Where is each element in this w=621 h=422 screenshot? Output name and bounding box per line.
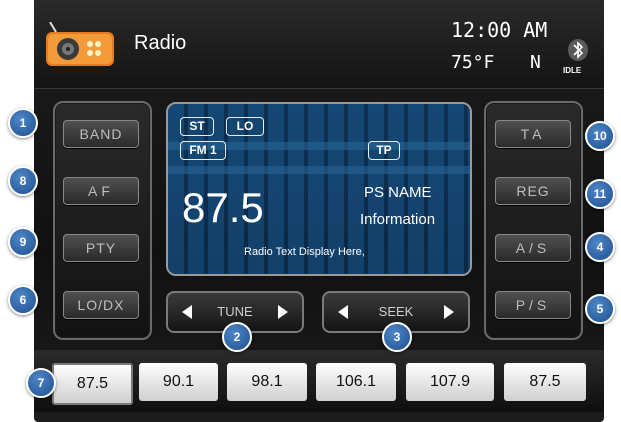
reg-button[interactable]: REG: [495, 177, 571, 205]
as-button[interactable]: A/S: [495, 234, 571, 262]
clock: 12:00 AM: [451, 18, 548, 42]
app-title: Radio: [134, 32, 187, 54]
lo-dx-button[interactable]: LO/DX: [63, 291, 139, 319]
temperature: 75°F: [451, 52, 495, 73]
callout-badge: 8: [8, 166, 38, 196]
callout-badge: 9: [8, 227, 38, 257]
callout-badge: 6: [8, 285, 38, 315]
callout-badge: 3: [382, 322, 412, 352]
ps-name: PS NAME: [364, 184, 432, 201]
local-indicator: LO: [226, 117, 264, 136]
preset-button-2[interactable]: 90.1: [139, 363, 218, 401]
radio-display: ST LO FM 1 TP 87.5 PS NAME Information R…: [166, 102, 472, 276]
callout-badge: 1: [8, 108, 38, 138]
preset-button-1[interactable]: 87.5: [52, 363, 133, 405]
chevron-right-icon[interactable]: [278, 305, 288, 319]
preset-button-5[interactable]: 107.9: [406, 363, 494, 401]
chevron-right-icon[interactable]: [444, 305, 454, 319]
band-button[interactable]: BAND: [63, 120, 139, 148]
status-header: [34, 0, 604, 89]
bluetooth-status: IDLE: [563, 66, 582, 75]
compass-direction: N: [530, 52, 541, 73]
af-button[interactable]: AF: [63, 177, 139, 205]
preset-button-3[interactable]: 98.1: [227, 363, 307, 401]
band-indicator: FM 1: [180, 141, 226, 160]
pty-button[interactable]: PTY: [63, 234, 139, 262]
radio-app-icon[interactable]: [44, 22, 116, 68]
callout-badge: 11: [585, 179, 615, 209]
callout-badge: 10: [585, 121, 615, 151]
tp-indicator: TP: [368, 141, 400, 160]
callout-badge: 7: [26, 368, 56, 398]
callout-badge: 2: [222, 322, 252, 352]
temperature-compass: 75°F N: [451, 52, 541, 73]
preset-button-4[interactable]: 106.1: [316, 363, 396, 401]
callout-badge: 5: [585, 294, 615, 324]
ps-button[interactable]: P/S: [495, 291, 571, 319]
radio-text: Radio Text Display Here,: [244, 246, 365, 258]
current-frequency: 87.5: [182, 184, 264, 231]
ta-button[interactable]: TA: [495, 120, 571, 148]
station-information: Information: [360, 211, 436, 228]
preset-button-6[interactable]: 87.5: [504, 363, 586, 401]
callout-badge: 4: [585, 232, 615, 262]
stereo-indicator: ST: [180, 117, 214, 136]
